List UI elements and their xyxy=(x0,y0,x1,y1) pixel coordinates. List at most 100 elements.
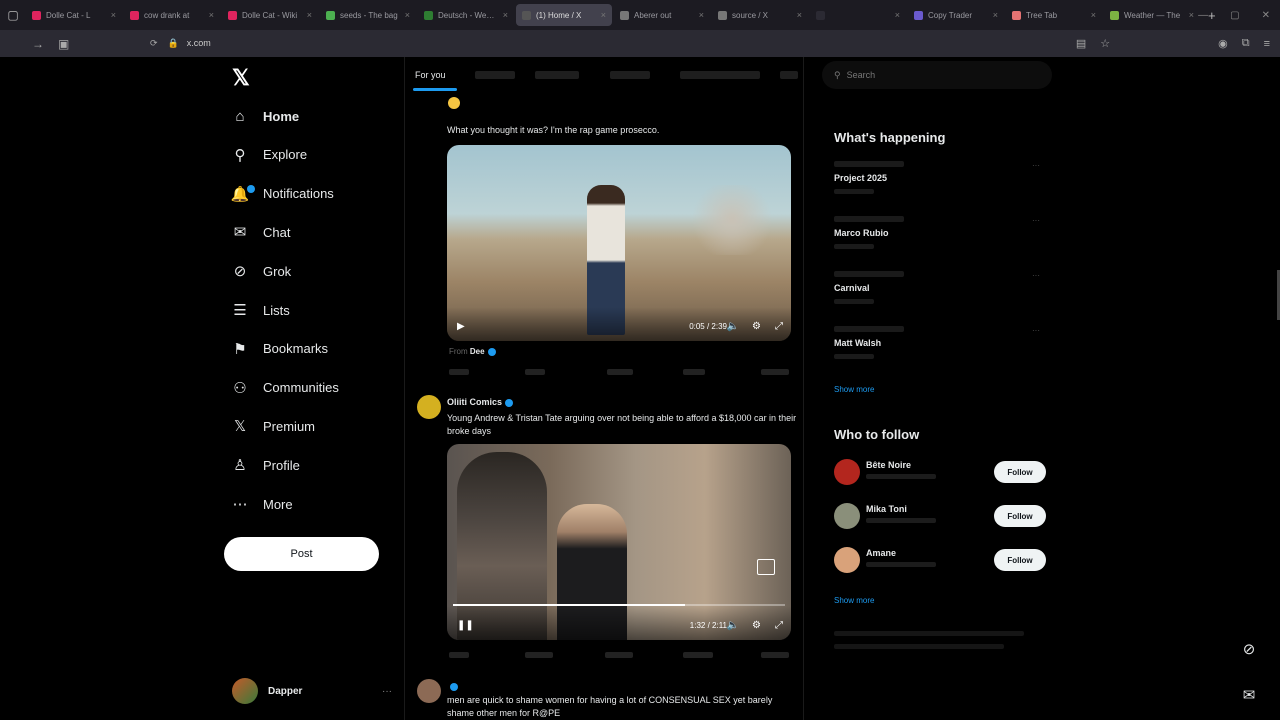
screenshot-icon[interactable]: ▣ xyxy=(58,37,69,51)
close-window-icon[interactable]: ✕ xyxy=(1262,10,1270,21)
like-icon[interactable] xyxy=(605,652,633,658)
nav-item-notifications[interactable]: 🔔 Notifications xyxy=(230,179,334,209)
bookmark-star-icon[interactable]: ☆ xyxy=(1100,37,1110,50)
fullscreen-icon[interactable]: ⤢ xyxy=(775,321,783,332)
video-source[interactable]: From Dee xyxy=(449,347,496,356)
follow-name[interactable]: Mika Toni xyxy=(866,504,907,514)
nav-item-premium[interactable]: 𝕏 Premium xyxy=(230,411,315,441)
trend-item[interactable]: Matt Walsh ··· xyxy=(834,326,1046,359)
nav-item-more[interactable]: ⋯ More xyxy=(230,489,293,519)
repost-icon[interactable] xyxy=(525,652,553,658)
search-input[interactable]: ⚲ Search xyxy=(822,61,1052,89)
nav-item-chat[interactable]: ✉ Chat xyxy=(230,217,291,247)
tab-following[interactable] xyxy=(475,71,515,79)
tab-list[interactable] xyxy=(610,71,650,79)
close-tab-icon[interactable]: × xyxy=(797,10,802,20)
share-icon[interactable] xyxy=(761,652,789,658)
browser-tab[interactable]: × xyxy=(810,4,906,26)
browser-tab[interactable]: Deutsch - Website × xyxy=(418,4,514,26)
maximize-icon[interactable]: ▢ xyxy=(1230,10,1239,21)
more-icon[interactable]: ··· xyxy=(1032,161,1040,170)
pip-icon[interactable] xyxy=(757,559,775,575)
more-icon[interactable]: ··· xyxy=(382,686,392,697)
minimize-icon[interactable]: — xyxy=(1198,10,1208,21)
nav-item-grok[interactable]: ⊘ Grok xyxy=(230,256,291,286)
close-tab-icon[interactable]: × xyxy=(601,10,606,20)
nav-item-explore[interactable]: ⚲ Explore xyxy=(230,140,308,170)
close-tab-icon[interactable]: × xyxy=(699,10,704,20)
reply-icon[interactable] xyxy=(449,369,469,375)
browser-tab[interactable]: Tree Tab × xyxy=(1006,4,1102,26)
forward-icon[interactable]: → xyxy=(32,37,44,51)
follow-button[interactable]: Follow xyxy=(994,505,1046,527)
repost-icon[interactable] xyxy=(525,369,545,375)
browser-tab[interactable]: Weather — The × xyxy=(1104,4,1200,26)
close-tab-icon[interactable]: × xyxy=(405,10,410,20)
browser-tab[interactable]: source / X × xyxy=(712,4,808,26)
avatar[interactable] xyxy=(834,503,860,529)
volume-icon[interactable]: 🔈 xyxy=(727,321,739,332)
author-name[interactable]: Oliiti Comics xyxy=(447,397,502,407)
extensions-icon[interactable]: ⧉ xyxy=(1242,37,1250,50)
trend-item[interactable]: Carnival ··· xyxy=(834,271,1046,304)
trend-item[interactable]: Marco Rubio ··· xyxy=(834,216,1046,249)
nav-item-communities[interactable]: ⚇ Communities xyxy=(230,373,339,403)
close-tab-icon[interactable]: × xyxy=(503,10,508,20)
avatar[interactable] xyxy=(417,679,441,703)
browser-tab[interactable]: cow drank at × xyxy=(124,4,220,26)
close-tab-icon[interactable]: × xyxy=(1189,10,1194,20)
follow-name[interactable]: Bête Noire xyxy=(866,460,911,470)
browser-tab[interactable]: Aberer out × xyxy=(614,4,710,26)
reply-icon[interactable] xyxy=(449,652,469,658)
follow-name[interactable]: Amane xyxy=(866,548,896,558)
play-icon[interactable]: ▶ xyxy=(457,321,465,332)
tab-list-icon[interactable]: ▢ xyxy=(0,0,26,30)
close-tab-icon[interactable]: × xyxy=(209,10,214,20)
trends-show-more-link[interactable]: Show more xyxy=(834,385,874,394)
video-player[interactable]: ▶ 0:05 / 2:39 🔈 ⚙ ⤢ xyxy=(447,145,791,341)
tab-list[interactable] xyxy=(535,71,579,79)
grok-icon[interactable]: ⊘ xyxy=(1238,638,1260,660)
browser-tab[interactable]: seeds - The bag × xyxy=(320,4,416,26)
url-bar[interactable]: ⟳ 🔒 x.com xyxy=(150,33,1070,53)
account-switcher[interactable]: Dapper ··· xyxy=(232,675,392,707)
tab-list[interactable] xyxy=(780,71,798,79)
video-player[interactable]: ❚❚ 1:32 / 2:11 🔈 ⚙ ⤢ xyxy=(447,444,791,640)
volume-icon[interactable]: 🔈 xyxy=(727,620,739,631)
account-icon[interactable]: ◉ xyxy=(1218,37,1228,50)
settings-icon[interactable]: ⚙ xyxy=(752,620,761,631)
close-tab-icon[interactable]: × xyxy=(1091,10,1096,20)
close-tab-icon[interactable]: × xyxy=(895,10,900,20)
more-icon[interactable]: ··· xyxy=(1032,216,1040,225)
close-tab-icon[interactable]: × xyxy=(307,10,312,20)
follow-button[interactable]: Follow xyxy=(994,461,1046,483)
tab-list[interactable] xyxy=(680,71,760,79)
follow-show-more-link[interactable]: Show more xyxy=(834,596,874,605)
follow-button[interactable]: Follow xyxy=(994,549,1046,571)
reader-mode-icon[interactable]: ▤ xyxy=(1076,37,1086,50)
messages-icon[interactable]: ✉ xyxy=(1238,684,1260,706)
views-icon[interactable] xyxy=(683,652,713,658)
settings-icon[interactable]: ⚙ xyxy=(752,321,761,332)
close-tab-icon[interactable]: × xyxy=(993,10,998,20)
reload-icon[interactable]: ⟳ xyxy=(150,38,158,49)
more-icon[interactable]: ··· xyxy=(1032,326,1040,335)
nav-item-home[interactable]: ⌂ Home xyxy=(230,101,299,131)
fullscreen-icon[interactable]: ⤢ xyxy=(775,620,783,631)
avatar[interactable] xyxy=(834,547,860,573)
views-icon[interactable] xyxy=(683,369,705,375)
nav-item-lists[interactable]: ☰ Lists xyxy=(230,295,289,325)
avatar[interactable] xyxy=(834,459,860,485)
avatar[interactable] xyxy=(417,395,441,419)
menu-icon[interactable]: ≡ xyxy=(1264,38,1270,50)
browser-tab[interactable]: Dolle Cat - L × xyxy=(26,4,122,26)
follow-suggestion[interactable]: Amane Follow xyxy=(834,545,1046,575)
nav-item-bookmarks[interactable]: ⚑ Bookmarks xyxy=(230,334,328,364)
share-icon[interactable] xyxy=(761,369,789,375)
browser-tab[interactable]: (1) Home / X × xyxy=(516,4,612,26)
close-tab-icon[interactable]: × xyxy=(111,10,116,20)
browser-tab[interactable]: Dolle Cat - Wiki × xyxy=(222,4,318,26)
follow-suggestion[interactable]: Mika Toni Follow xyxy=(834,501,1046,531)
tab-for-you[interactable]: For you xyxy=(415,70,446,80)
pause-icon[interactable]: ❚❚ xyxy=(457,620,474,631)
